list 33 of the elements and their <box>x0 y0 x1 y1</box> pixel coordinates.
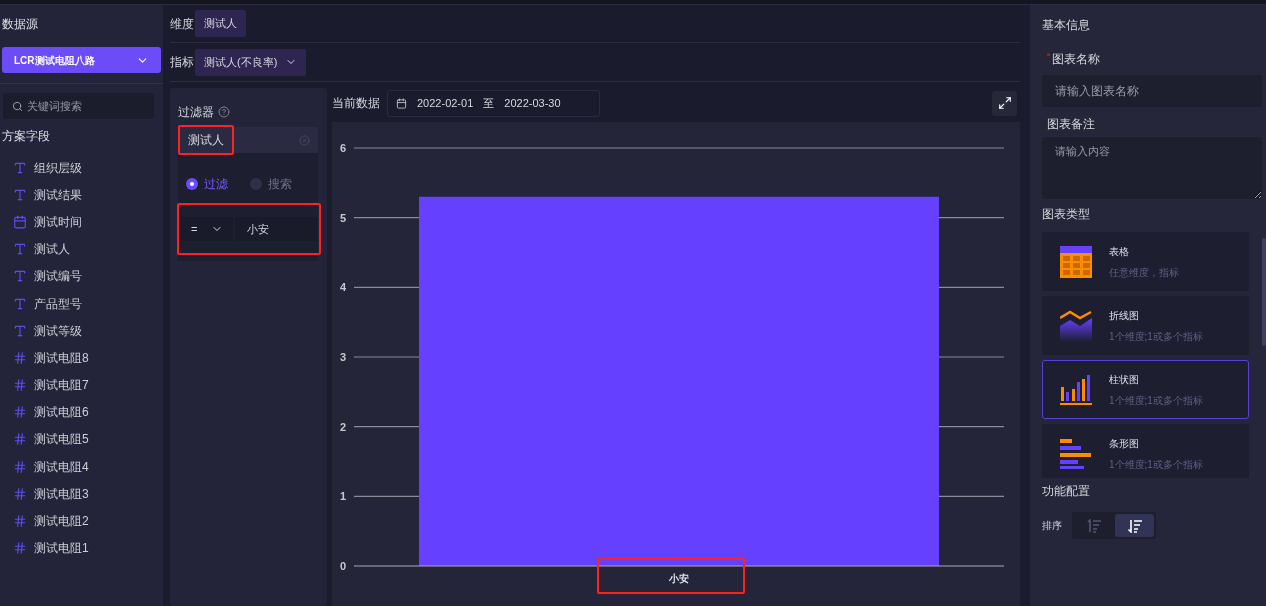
section-title: 功能配置 <box>1042 483 1091 500</box>
y-tick-label: 2 <box>340 420 347 433</box>
chart-type-description: 任意维度，指标 <box>1109 265 1179 280</box>
filter-title: 过滤器 <box>178 104 214 121</box>
chart-type-description: 1个维度;1或多个指标 <box>1109 457 1203 472</box>
y-tick-label: 5 <box>340 211 347 224</box>
y-tick-label: 6 <box>340 142 347 154</box>
field-label: 图表备注 <box>1046 116 1096 133</box>
end-date: 2022-03-30 <box>504 95 561 111</box>
dimension-label: 维度 <box>170 15 194 33</box>
section-title: 方案字段 <box>2 128 51 145</box>
x-tick-label: 小安 <box>669 573 689 584</box>
start-date: 2022-02-01 <box>417 95 474 111</box>
current-data-label: 当前数据 <box>332 95 380 112</box>
field-label: 图表名称 <box>1052 51 1100 68</box>
section-title: 图表类型 <box>1042 206 1091 223</box>
y-tick-label: 0 <box>340 560 347 572</box>
range-separator: 至 <box>483 95 495 111</box>
chart-type-name: 条形图 <box>1109 436 1140 451</box>
y-tick-label: 3 <box>340 351 347 363</box>
chart-type-name: 柱状图 <box>1109 372 1140 387</box>
chart-type-name: 表格 <box>1109 244 1130 259</box>
sort-label: 排序 <box>1042 519 1062 533</box>
radio-label: 过滤 <box>204 176 228 193</box>
y-tick-label: 4 <box>340 281 347 294</box>
chart-type-description: 1个维度;1或多个指标 <box>1109 393 1203 408</box>
section-title: 基本信息 <box>1042 17 1091 34</box>
metric-label: 指标 <box>170 54 194 71</box>
chart-type-name: 折线图 <box>1109 308 1140 323</box>
section-title: 数据源 <box>2 16 39 33</box>
radio-label: 搜索 <box>268 176 292 193</box>
chart-type-description: 1个维度;1或多个指标 <box>1109 329 1203 344</box>
y-tick-label: 1 <box>340 490 347 503</box>
